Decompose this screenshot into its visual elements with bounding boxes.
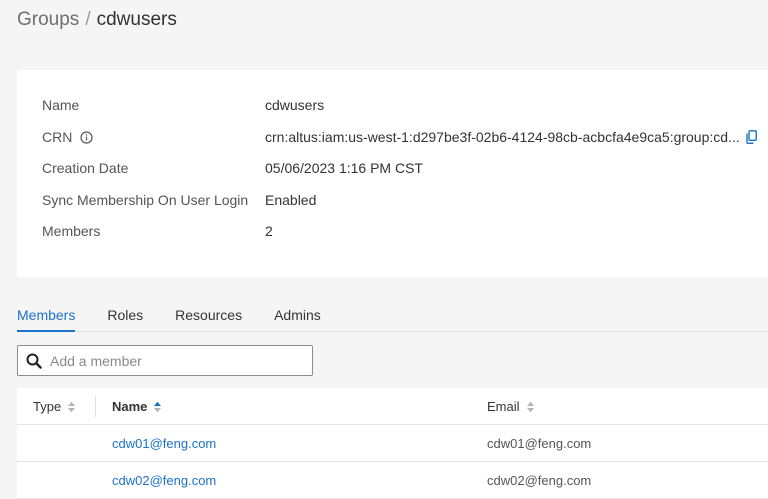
sort-icon bbox=[526, 401, 535, 413]
column-header-email-label: Email bbox=[487, 399, 520, 414]
detail-value-creation-date: 05/06/2023 1:16 PM CST bbox=[265, 160, 423, 176]
detail-label-crn: CRN bbox=[42, 129, 73, 145]
cell-name-link[interactable]: cdw02@feng.com bbox=[112, 462, 216, 499]
sort-icon bbox=[67, 401, 76, 413]
table-header: Type Name Email bbox=[17, 388, 768, 425]
cell-email: cdw01@feng.com bbox=[487, 436, 592, 451]
members-table: Type Name Email cdw01@feng.com cdw01@fen… bbox=[17, 388, 768, 499]
detail-label-sync-membership: Sync Membership On User Login bbox=[42, 192, 249, 208]
breadcrumb: Groups / cdwusers bbox=[17, 8, 177, 32]
detail-value-members: 2 bbox=[265, 223, 273, 239]
column-header-email[interactable]: Email bbox=[487, 388, 535, 425]
page-title: cdwusers bbox=[96, 9, 177, 30]
cell-email: cdw02@feng.com bbox=[487, 473, 592, 488]
detail-value-crn: crn:altus:iam:us-west-1:d297be3f-02b6-41… bbox=[265, 129, 740, 145]
column-divider bbox=[95, 396, 96, 417]
cell-name-link[interactable]: cdw01@feng.com bbox=[112, 425, 216, 462]
tab-resources[interactable]: Resources bbox=[175, 298, 242, 332]
column-header-name[interactable]: Name bbox=[112, 388, 162, 425]
tab-bar: Members Roles Resources Admins bbox=[17, 298, 768, 332]
detail-value-name: cdwusers bbox=[265, 97, 325, 113]
detail-label-members: Members bbox=[42, 223, 101, 239]
search-icon bbox=[18, 353, 50, 369]
table-row: cdw01@feng.com cdw01@feng.com bbox=[17, 425, 768, 462]
sort-ascending-icon bbox=[153, 401, 162, 413]
copy-icon[interactable] bbox=[746, 130, 757, 144]
add-member-search bbox=[17, 345, 313, 376]
column-header-type[interactable]: Type bbox=[33, 388, 76, 425]
breadcrumb-separator: / bbox=[85, 9, 91, 30]
group-details-card: Name cdwusers CRN crn:altus:iam:us-west-… bbox=[17, 70, 768, 277]
tab-members[interactable]: Members bbox=[17, 298, 76, 332]
breadcrumb-groups-link[interactable]: Groups bbox=[17, 9, 79, 30]
detail-value-sync-membership: Enabled bbox=[265, 192, 317, 208]
info-icon[interactable] bbox=[80, 130, 93, 144]
table-row: cdw02@feng.com cdw02@feng.com bbox=[17, 462, 768, 499]
tab-roles[interactable]: Roles bbox=[107, 298, 143, 332]
tab-admins[interactable]: Admins bbox=[274, 298, 321, 332]
add-member-input[interactable] bbox=[50, 352, 305, 369]
column-header-type-label: Type bbox=[33, 399, 62, 414]
column-header-name-label: Name bbox=[112, 399, 148, 414]
detail-label-name: Name bbox=[42, 97, 80, 113]
detail-label-creation-date: Creation Date bbox=[42, 160, 129, 176]
